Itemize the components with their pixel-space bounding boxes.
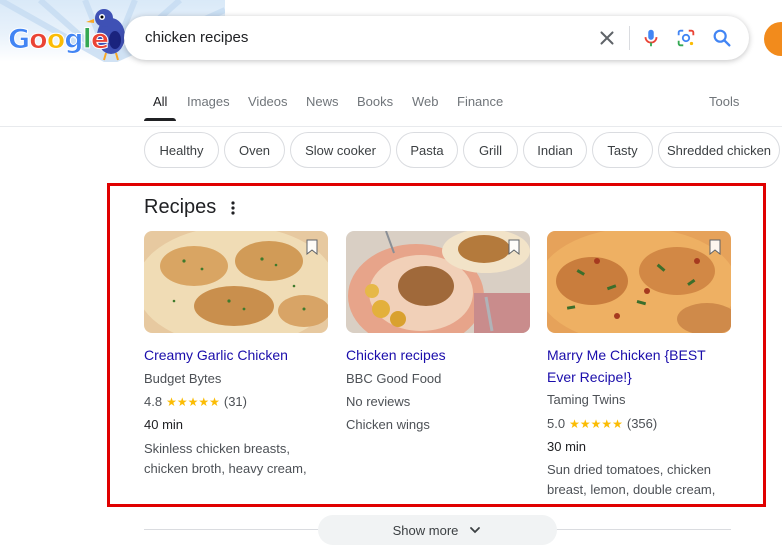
recipes-heading: Recipes (144, 196, 217, 218)
recipe-photo (547, 231, 731, 333)
chip-pasta[interactable]: Pasta (396, 132, 458, 168)
rating-value: 5.0 (547, 416, 566, 431)
recipe-ingredients: Chicken wings (346, 417, 430, 432)
microphone-icon[interactable] (640, 27, 662, 49)
review-count: (31) (223, 394, 247, 409)
chip-shredded-chicken[interactable]: Shredded chicken (658, 132, 780, 168)
recipe-source: Taming Twins (547, 392, 626, 407)
recipe-source: BBC Good Food (346, 371, 442, 386)
bookmark-icon[interactable] (507, 239, 521, 255)
tab-all[interactable]: All (153, 94, 167, 109)
search-input[interactable]: chicken recipes (145, 29, 248, 46)
star-rating-icons: ★★★★★ (569, 417, 623, 431)
chip-healthy[interactable]: Healthy (144, 132, 219, 168)
show-more-label: Show more (392, 522, 459, 538)
search-tabs: All Images Videos News Books Web Finance… (0, 92, 782, 126)
chip-grill[interactable]: Grill (463, 132, 518, 168)
bookmark-icon[interactable] (305, 239, 319, 255)
rating-value: 4.8 (144, 394, 163, 409)
recipe-no-reviews: No reviews (346, 394, 411, 409)
tab-news[interactable]: News (306, 94, 339, 109)
recipe-photo (346, 231, 530, 333)
chip-oven[interactable]: Oven (224, 132, 285, 168)
doodle-letter: l (82, 24, 92, 56)
chevron-down-icon (470, 527, 481, 534)
clear-icon[interactable] (596, 27, 618, 49)
chip-indian[interactable]: Indian (523, 132, 587, 168)
recipe-time: 30 min (547, 439, 587, 454)
tab-videos[interactable]: Videos (248, 94, 288, 109)
more-options-icon[interactable] (227, 199, 239, 217)
doodle-letter: g (64, 24, 84, 56)
recipe-photo (144, 231, 328, 333)
tab-books[interactable]: Books (357, 94, 393, 109)
review-count: (356) (626, 416, 658, 431)
recipe-ingredients: Skinless chicken breasts, chicken broth,… (144, 441, 307, 476)
search-box[interactable]: chicken recipes (124, 16, 749, 60)
tabs-divider (0, 126, 782, 127)
doodle-letter: G (7, 24, 30, 56)
recipe-image-chicken-recipes[interactable] (346, 231, 530, 333)
doodle-letter: o (29, 24, 49, 56)
search-divider (629, 26, 630, 50)
account-avatar[interactable] (764, 22, 782, 56)
recipe-time: 40 min (144, 417, 184, 432)
tab-finance[interactable]: Finance (457, 94, 503, 109)
chip-slow-cooker[interactable]: Slow cooker (290, 132, 391, 168)
tab-web[interactable]: Web (412, 94, 439, 109)
tools-button[interactable]: Tools (709, 94, 739, 109)
tab-images[interactable]: Images (187, 94, 230, 109)
recipe-title-link[interactable]: Marry Me Chicken {BEST Ever Recipe!} (547, 344, 731, 388)
recipe-ingredients: Sun dried tomatoes, chicken breast, lemo… (547, 462, 716, 497)
active-tab-indicator (144, 118, 176, 121)
recipe-title-link[interactable]: Chicken recipes (346, 344, 530, 366)
recipe-source: Budget Bytes (144, 371, 222, 386)
lens-icon[interactable] (675, 27, 697, 49)
recipe-image-marry-me-chicken[interactable] (547, 231, 731, 333)
doodle-letter: o (46, 24, 66, 56)
recipe-image-creamy-garlic-chicken[interactable] (144, 231, 328, 333)
doodle-letter: e (90, 24, 109, 56)
recipe-rating: 4.8 ★★★★★ (31) (144, 392, 247, 412)
chip-tasty[interactable]: Tasty (592, 132, 653, 168)
search-icon[interactable] (711, 27, 733, 49)
bookmark-icon[interactable] (708, 239, 722, 255)
recipe-title-link[interactable]: Creamy Garlic Chicken (144, 344, 328, 366)
show-more-button[interactable]: Show more (318, 515, 557, 545)
star-rating-icons: ★★★★★ (166, 395, 220, 409)
recipe-rating: 5.0 ★★★★★ (356) (547, 414, 657, 434)
doodle-logo-text: Google (7, 24, 109, 56)
